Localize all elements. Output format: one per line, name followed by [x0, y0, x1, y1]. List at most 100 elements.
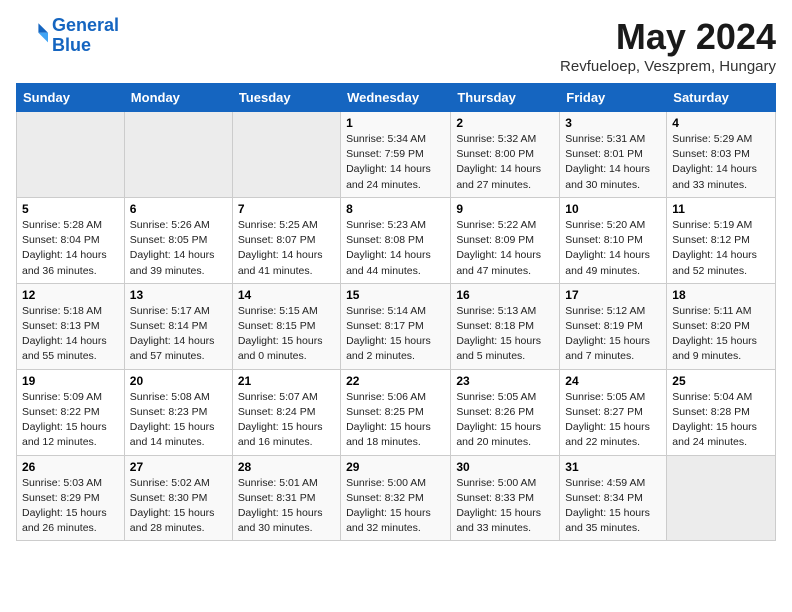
weekday-header-wednesday: Wednesday [341, 84, 451, 112]
day-number: 3 [565, 116, 661, 130]
calendar-cell: 12 Sunrise: 5:18 AM Sunset: 8:13 PM Dayli… [17, 283, 125, 369]
day-info: Sunrise: 5:00 AM Sunset: 8:33 PM Dayligh… [456, 476, 554, 537]
day-number: 10 [565, 202, 661, 216]
day-info: Sunrise: 5:31 AM Sunset: 8:01 PM Dayligh… [565, 132, 661, 193]
calendar-cell: 3 Sunrise: 5:31 AM Sunset: 8:01 PM Daylig… [560, 112, 667, 198]
weekday-header-tuesday: Tuesday [232, 84, 340, 112]
calendar-cell: 8Sunrise: 5:23 AM Sunset: 8:08 PM Daylig… [341, 197, 451, 283]
calendar-cell: 31 Sunrise: 4:59 AM Sunset: 8:34 PM Dayli… [560, 455, 667, 541]
day-number: 27 [130, 460, 227, 474]
calendar-cell: 25 Sunrise: 5:04 AM Sunset: 8:28 PM Dayli… [667, 369, 776, 455]
day-number: 25 [672, 374, 770, 388]
calendar-cell: 17 Sunrise: 5:12 AM Sunset: 8:19 PM Dayli… [560, 283, 667, 369]
calendar-cell: 1Sunrise: 5:34 AM Sunset: 7:59 PM Daylig… [341, 112, 451, 198]
page-header: General Blue May 2024 Revfueloep, Veszpr… [16, 16, 776, 75]
day-info: Sunrise: 5:18 AM Sunset: 8:13 PM Dayligh… [22, 304, 119, 365]
calendar-cell: 24Sunrise: 5:05 AM Sunset: 8:27 PM Dayli… [560, 369, 667, 455]
calendar-cell: 9Sunrise: 5:22 AM Sunset: 8:09 PM Daylig… [451, 197, 560, 283]
day-info: Sunrise: 5:05 AM Sunset: 8:27 PM Dayligh… [565, 390, 661, 451]
day-number: 11 [672, 202, 770, 216]
weekday-header-thursday: Thursday [451, 84, 560, 112]
day-info: Sunrise: 5:07 AM Sunset: 8:24 PM Dayligh… [238, 390, 335, 451]
day-number: 19 [22, 374, 119, 388]
calendar-cell: 5 Sunrise: 5:28 AM Sunset: 8:04 PM Daylig… [17, 197, 125, 283]
day-number: 20 [130, 374, 227, 388]
day-info: Sunrise: 5:01 AM Sunset: 8:31 PM Dayligh… [238, 476, 335, 537]
calendar-cell: 21 Sunrise: 5:07 AM Sunset: 8:24 PM Dayli… [232, 369, 340, 455]
calendar-week-row: 5 Sunrise: 5:28 AM Sunset: 8:04 PM Daylig… [17, 197, 776, 283]
calendar-cell: 4Sunrise: 5:29 AM Sunset: 8:03 PM Daylig… [667, 112, 776, 198]
calendar-cell: 30 Sunrise: 5:00 AM Sunset: 8:33 PM Dayli… [451, 455, 560, 541]
calendar-cell: 23 Sunrise: 5:05 AM Sunset: 8:26 PM Dayli… [451, 369, 560, 455]
calendar-cell: 11Sunrise: 5:19 AM Sunset: 8:12 PM Dayli… [667, 197, 776, 283]
day-info: Sunrise: 5:09 AM Sunset: 8:22 PM Dayligh… [22, 390, 119, 451]
day-number: 22 [346, 374, 445, 388]
day-info: Sunrise: 5:08 AM Sunset: 8:23 PM Dayligh… [130, 390, 227, 451]
day-info: Sunrise: 5:03 AM Sunset: 8:29 PM Dayligh… [22, 476, 119, 537]
day-info: Sunrise: 5:04 AM Sunset: 8:28 PM Dayligh… [672, 390, 770, 451]
day-number: 21 [238, 374, 335, 388]
month-title: May 2024 [560, 16, 776, 58]
weekday-header-monday: Monday [124, 84, 232, 112]
day-info: Sunrise: 5:14 AM Sunset: 8:17 PM Dayligh… [346, 304, 445, 365]
calendar-cell: 7Sunrise: 5:25 AM Sunset: 8:07 PM Daylig… [232, 197, 340, 283]
weekday-header-friday: Friday [560, 84, 667, 112]
day-number: 14 [238, 288, 335, 302]
day-info: Sunrise: 5:12 AM Sunset: 8:19 PM Dayligh… [565, 304, 661, 365]
calendar-cell: 18 Sunrise: 5:11 AM Sunset: 8:20 PM Dayli… [667, 283, 776, 369]
day-number: 31 [565, 460, 661, 474]
logo: General Blue [16, 16, 119, 56]
day-info: Sunrise: 5:15 AM Sunset: 8:15 PM Dayligh… [238, 304, 335, 365]
location: Revfueloep, Veszprem, Hungary [560, 58, 776, 75]
day-number: 1 [346, 116, 445, 130]
day-number: 30 [456, 460, 554, 474]
day-number: 9 [456, 202, 554, 216]
day-info: Sunrise: 5:28 AM Sunset: 8:04 PM Dayligh… [22, 218, 119, 279]
calendar-cell: 22 Sunrise: 5:06 AM Sunset: 8:25 PM Dayli… [341, 369, 451, 455]
day-number: 28 [238, 460, 335, 474]
day-number: 12 [22, 288, 119, 302]
day-info: Sunrise: 5:32 AM Sunset: 8:00 PM Dayligh… [456, 132, 554, 193]
day-info: Sunrise: 5:13 AM Sunset: 8:18 PM Dayligh… [456, 304, 554, 365]
weekday-header-row: SundayMondayTuesdayWednesdayThursdayFrid… [17, 84, 776, 112]
logo-text: General Blue [52, 16, 119, 56]
day-number: 6 [130, 202, 227, 216]
calendar-cell [17, 112, 125, 198]
calendar-cell: 19 Sunrise: 5:09 AM Sunset: 8:22 PM Dayli… [17, 369, 125, 455]
day-number: 5 [22, 202, 119, 216]
calendar-cell: 28 Sunrise: 5:01 AM Sunset: 8:31 PM Dayli… [232, 455, 340, 541]
calendar-cell: 29Sunrise: 5:00 AM Sunset: 8:32 PM Dayli… [341, 455, 451, 541]
calendar-table: SundayMondayTuesdayWednesdayThursdayFrid… [16, 83, 776, 541]
day-number: 17 [565, 288, 661, 302]
day-info: Sunrise: 5:25 AM Sunset: 8:07 PM Dayligh… [238, 218, 335, 279]
calendar-week-row: 19 Sunrise: 5:09 AM Sunset: 8:22 PM Dayli… [17, 369, 776, 455]
day-number: 26 [22, 460, 119, 474]
calendar-week-row: 26 Sunrise: 5:03 AM Sunset: 8:29 PM Dayli… [17, 455, 776, 541]
title-block: May 2024 Revfueloep, Veszprem, Hungary [560, 16, 776, 75]
calendar-cell: 13 Sunrise: 5:17 AM Sunset: 8:14 PM Dayli… [124, 283, 232, 369]
day-info: Sunrise: 5:11 AM Sunset: 8:20 PM Dayligh… [672, 304, 770, 365]
day-info: Sunrise: 5:05 AM Sunset: 8:26 PM Dayligh… [456, 390, 554, 451]
day-info: Sunrise: 5:23 AM Sunset: 8:08 PM Dayligh… [346, 218, 445, 279]
day-info: Sunrise: 4:59 AM Sunset: 8:34 PM Dayligh… [565, 476, 661, 537]
day-number: 29 [346, 460, 445, 474]
logo-icon [16, 20, 48, 52]
calendar-cell [232, 112, 340, 198]
calendar-cell: 14 Sunrise: 5:15 AM Sunset: 8:15 PM Dayli… [232, 283, 340, 369]
day-info: Sunrise: 5:26 AM Sunset: 8:05 PM Dayligh… [130, 218, 227, 279]
day-number: 23 [456, 374, 554, 388]
calendar-cell [124, 112, 232, 198]
calendar-cell: 27 Sunrise: 5:02 AM Sunset: 8:30 PM Dayli… [124, 455, 232, 541]
calendar-cell: 15Sunrise: 5:14 AM Sunset: 8:17 PM Dayli… [341, 283, 451, 369]
day-info: Sunrise: 5:17 AM Sunset: 8:14 PM Dayligh… [130, 304, 227, 365]
day-info: Sunrise: 5:02 AM Sunset: 8:30 PM Dayligh… [130, 476, 227, 537]
calendar-cell: 10 Sunrise: 5:20 AM Sunset: 8:10 PM Dayli… [560, 197, 667, 283]
day-number: 18 [672, 288, 770, 302]
day-number: 13 [130, 288, 227, 302]
day-number: 16 [456, 288, 554, 302]
weekday-header-saturday: Saturday [667, 84, 776, 112]
calendar-cell: 2 Sunrise: 5:32 AM Sunset: 8:00 PM Daylig… [451, 112, 560, 198]
day-info: Sunrise: 5:06 AM Sunset: 8:25 PM Dayligh… [346, 390, 445, 451]
day-info: Sunrise: 5:20 AM Sunset: 8:10 PM Dayligh… [565, 218, 661, 279]
day-number: 2 [456, 116, 554, 130]
